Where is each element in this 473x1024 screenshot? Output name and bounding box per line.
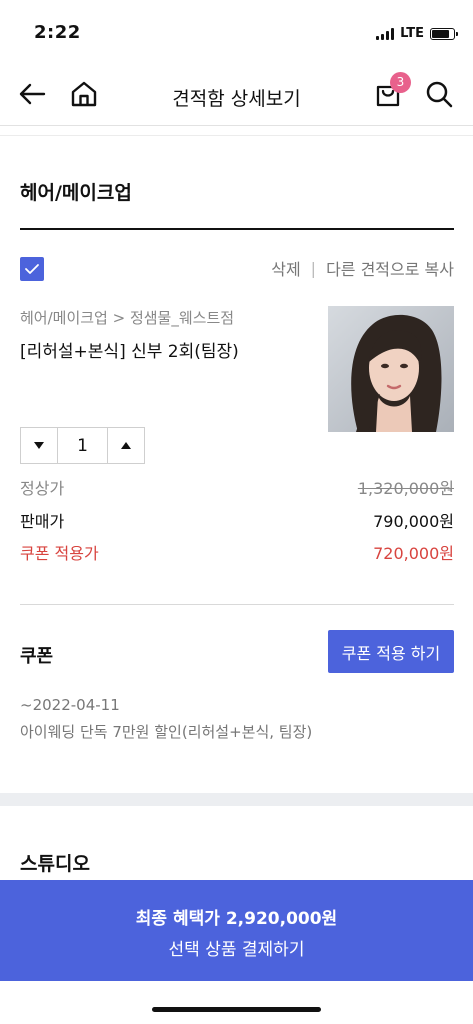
checkout-label: 선택 상품 결제하기 bbox=[168, 940, 305, 960]
triangle-down-icon bbox=[34, 442, 44, 449]
checkout-button[interactable]: 최종 혜택가 2,920,000원 선택 상품 결제하기 bbox=[0, 880, 473, 981]
section-separator bbox=[0, 793, 473, 806]
header-nav: 견적함 상세보기 3 bbox=[0, 66, 473, 126]
price-divider bbox=[20, 604, 454, 605]
sale-price-row: 판매가 790,000원 bbox=[20, 508, 454, 532]
coupon-description: 아이웨딩 단독 7만원 할인(리허설+본식, 팀장) bbox=[20, 723, 313, 741]
battery-icon bbox=[430, 27, 458, 40]
sale-price-label: 판매가 bbox=[20, 512, 65, 531]
status-bar: 2:22 LTE bbox=[0, 0, 473, 62]
action-separator: | bbox=[310, 258, 317, 278]
regular-price-row: 정상가 1,320,000원 bbox=[20, 475, 454, 499]
coupon-title: 쿠폰 bbox=[20, 646, 54, 667]
delete-button[interactable]: 삭제 bbox=[271, 256, 300, 280]
triangle-up-icon bbox=[121, 442, 131, 449]
search-icon bbox=[426, 81, 453, 108]
regular-price-label: 정상가 bbox=[20, 479, 65, 498]
sale-price-value: 790,000원 bbox=[373, 512, 454, 531]
quantity-increase-button[interactable] bbox=[108, 428, 144, 463]
coupon-price-label: 쿠폰 적용가 bbox=[20, 544, 99, 563]
coupon-expiry-date: ~2022-04-11 bbox=[20, 696, 120, 714]
cart-count-badge: 3 bbox=[390, 72, 411, 93]
check-icon bbox=[25, 264, 39, 274]
status-time: 2:22 bbox=[34, 22, 81, 43]
quantity-value: 1 bbox=[57, 428, 108, 463]
regular-price-value: 1,320,000원 bbox=[357, 479, 454, 498]
section-title: 헤어/메이크업 bbox=[20, 182, 132, 204]
apply-coupon-button[interactable]: 쿠폰 적용 하기 bbox=[328, 630, 454, 673]
quantity-stepper: 1 bbox=[20, 427, 145, 464]
copy-to-other-quote-button[interactable]: 다른 견적으로 복사 bbox=[326, 256, 454, 280]
item-actions: 삭제 | 다른 견적으로 복사 bbox=[271, 256, 454, 280]
home-indicator bbox=[152, 1007, 321, 1012]
signal-icon bbox=[376, 27, 395, 40]
coupon-price-value: 720,000원 bbox=[373, 544, 454, 563]
section-divider bbox=[20, 228, 454, 230]
coupon-price-row: 쿠폰 적용가 720,000원 bbox=[20, 540, 454, 564]
product-name[interactable]: [리허설+본식] 신부 2회(팀장) bbox=[20, 337, 239, 362]
cart-button[interactable]: 3 bbox=[372, 72, 411, 110]
product-image[interactable] bbox=[328, 306, 454, 432]
header-divider bbox=[0, 130, 473, 136]
studio-section-title: 스튜디오 bbox=[20, 853, 90, 875]
item-select-checkbox[interactable] bbox=[20, 257, 44, 281]
search-button[interactable] bbox=[423, 78, 455, 110]
network-label: LTE bbox=[400, 26, 424, 41]
final-price-label: 최종 혜택가 2,920,000원 bbox=[135, 909, 338, 929]
status-indicators: LTE bbox=[376, 26, 458, 41]
quantity-decrease-button[interactable] bbox=[21, 428, 57, 463]
item-breadcrumb: 헤어/메이크업 > 정샘물_웨스트점 bbox=[20, 309, 235, 327]
